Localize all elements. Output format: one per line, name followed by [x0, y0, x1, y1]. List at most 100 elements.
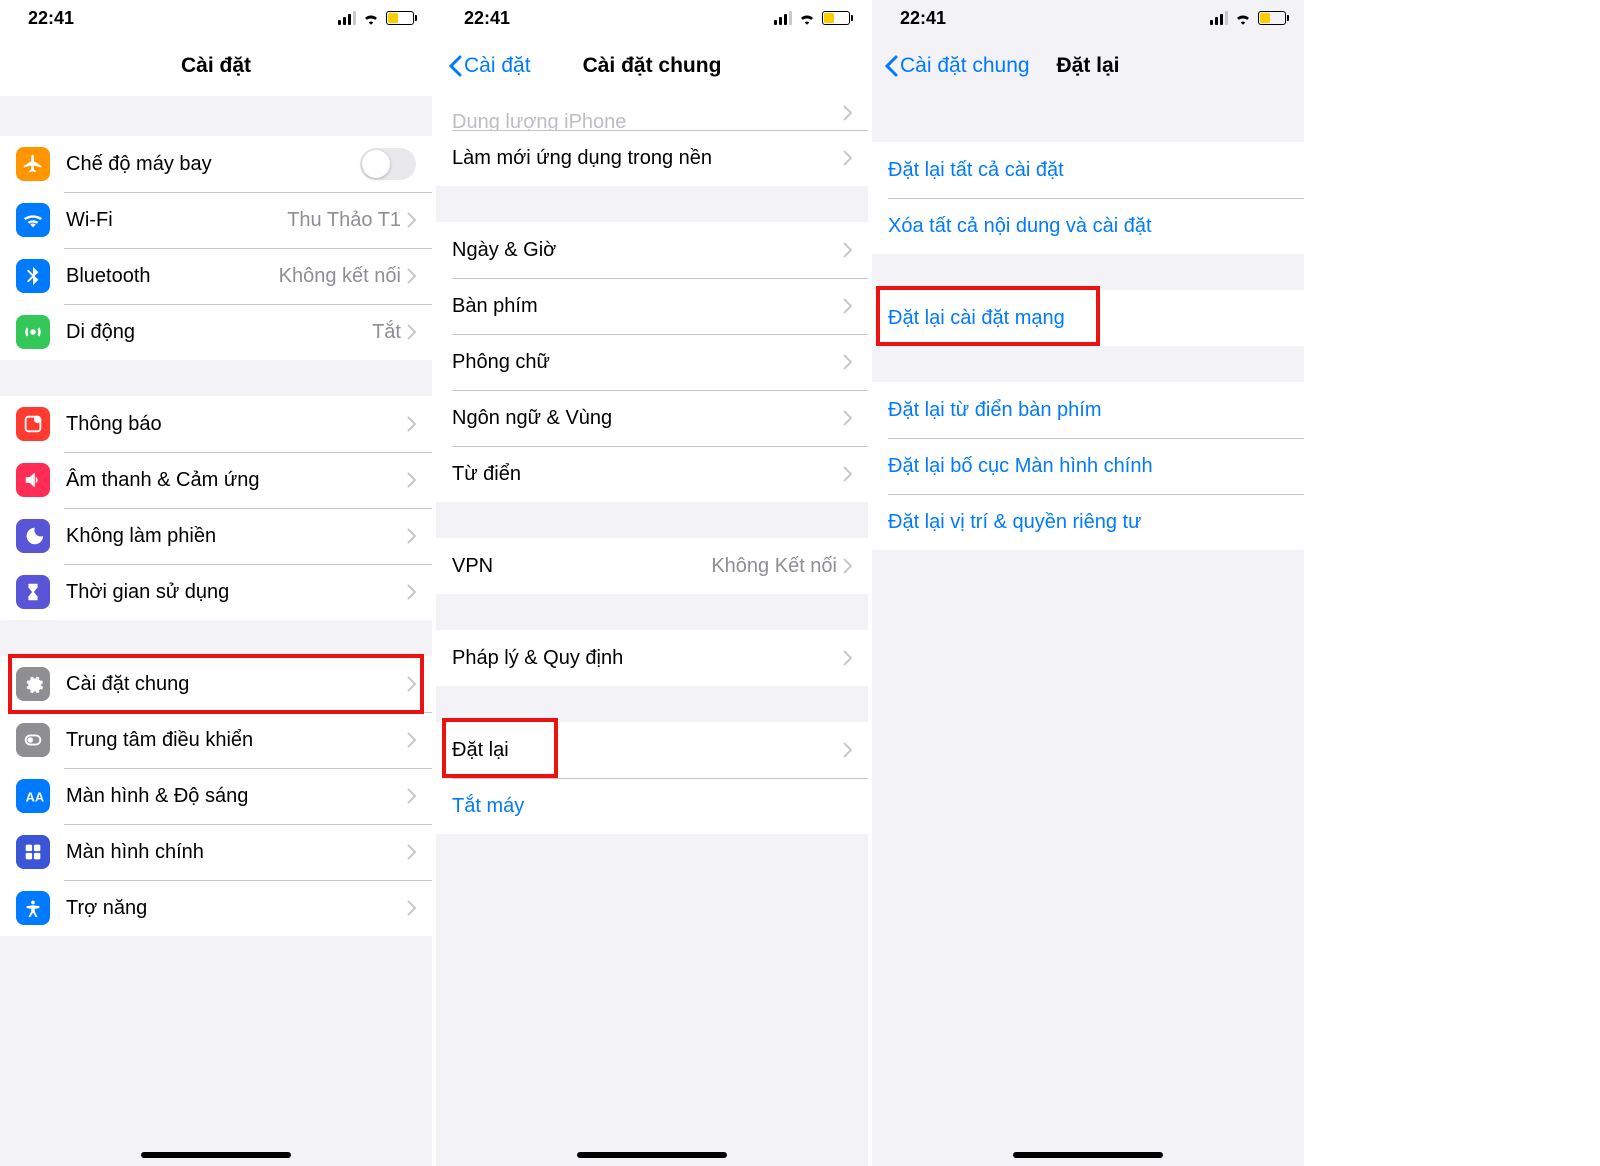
row-display[interactable]: AA Màn hình & Độ sáng: [0, 768, 432, 824]
general-group-reset: Đặt lại Tắt máy: [436, 722, 868, 834]
settings-group-general: Cài đặt chung Trung tâm điều khiển AA Mà…: [0, 656, 432, 936]
back-button[interactable]: Cài đặt chung: [884, 54, 1030, 78]
cellular-signal-icon: [1210, 11, 1228, 25]
row-legal[interactable]: Pháp lý & Quy định: [436, 630, 868, 686]
back-button[interactable]: Cài đặt: [448, 54, 531, 78]
svg-text:AA: AA: [26, 790, 44, 805]
row-screen-time[interactable]: Thời gian sử dụng: [0, 564, 432, 620]
row-label: Ngày & Giờ: [452, 239, 843, 262]
page-title: Cài đặt: [181, 54, 251, 78]
row-wifi[interactable]: Wi-Fi Thu Thảo T1: [0, 192, 432, 248]
wifi-icon: [1234, 11, 1252, 25]
row-bluetooth[interactable]: Bluetooth Không kết nối: [0, 248, 432, 304]
chevron-right-icon: [407, 528, 416, 544]
chevron-right-icon: [407, 584, 416, 600]
wifi-icon: [798, 11, 816, 25]
row-background-refresh[interactable]: Làm mới ứng dụng trong nền: [436, 130, 868, 186]
chevron-right-icon: [407, 844, 416, 860]
wifi-icon: [362, 11, 380, 25]
home-indicator[interactable]: [1013, 1152, 1163, 1158]
page-title: Cài đặt chung: [583, 54, 722, 78]
nav-header: Cài đặt: [0, 36, 432, 96]
airplane-toggle[interactable]: [360, 148, 416, 180]
settings-group-connectivity: Chế độ máy bay Wi-Fi Thu Thảo T1 Bluetoo…: [0, 136, 432, 360]
display-icon: AA: [16, 779, 50, 813]
chevron-right-icon: [843, 242, 852, 258]
row-label: Bluetooth: [66, 265, 279, 288]
row-label: Di động: [66, 321, 372, 344]
row-shutdown[interactable]: Tắt máy: [436, 778, 868, 834]
row-reset-location-privacy[interactable]: Đặt lại vị trí & quyền riêng tư: [872, 494, 1304, 550]
row-label: Từ điển: [452, 463, 843, 486]
status-bar: 22:41: [0, 0, 432, 36]
row-date-time[interactable]: Ngày & Giờ: [436, 222, 868, 278]
chevron-right-icon: [407, 900, 416, 916]
row-iphone-storage[interactable]: Dung lượng iPhone: [436, 96, 868, 130]
chevron-right-icon: [843, 650, 852, 666]
row-general[interactable]: Cài đặt chung: [0, 656, 432, 712]
row-vpn[interactable]: VPN Không Kết nối: [436, 538, 868, 594]
row-label: Đặt lại: [452, 739, 843, 762]
row-label: Bàn phím: [452, 295, 843, 318]
settings-group-notifications: Thông báo Âm thanh & Cảm ứng Không làm p…: [0, 396, 432, 620]
back-label: Cài đặt chung: [900, 54, 1030, 78]
row-label: Wi-Fi: [66, 209, 287, 232]
row-label: Đặt lại tất cả cài đặt: [888, 159, 1288, 182]
row-accessibility[interactable]: Trợ năng: [0, 880, 432, 936]
gear-icon: [16, 667, 50, 701]
row-label: Không làm phiền: [66, 525, 407, 548]
wifi-settings-icon: [16, 203, 50, 237]
row-do-not-disturb[interactable]: Không làm phiền: [0, 508, 432, 564]
general-group-vpn: VPN Không Kết nối: [436, 538, 868, 594]
accessibility-icon: [16, 891, 50, 925]
row-label: Dung lượng iPhone: [452, 104, 843, 122]
chevron-right-icon: [407, 212, 416, 228]
row-sounds[interactable]: Âm thanh & Cảm ứng: [0, 452, 432, 508]
status-time: 22:41: [900, 8, 946, 29]
row-control-center[interactable]: Trung tâm điều khiển: [0, 712, 432, 768]
chevron-right-icon: [843, 742, 852, 758]
chevron-right-icon: [843, 466, 852, 482]
general-group-top: Dung lượng iPhone Làm mới ứng dụng trong…: [436, 96, 868, 186]
home-screen-icon: [16, 835, 50, 869]
chevron-right-icon: [407, 472, 416, 488]
chevron-right-icon: [843, 150, 852, 166]
row-label: Pháp lý & Quy định: [452, 647, 843, 670]
hourglass-icon: [16, 575, 50, 609]
bluetooth-icon: [16, 259, 50, 293]
row-reset[interactable]: Đặt lại: [436, 722, 868, 778]
row-label: Màn hình chính: [66, 841, 407, 864]
battery-icon: [822, 11, 850, 25]
row-reset-home-layout[interactable]: Đặt lại bố cục Màn hình chính: [872, 438, 1304, 494]
chevron-right-icon: [843, 410, 852, 426]
row-label: Tắt máy: [452, 795, 852, 818]
row-keyboard[interactable]: Bàn phím: [436, 278, 868, 334]
row-reset-keyboard-dict[interactable]: Đặt lại từ điển bàn phím: [872, 382, 1304, 438]
row-airplane-mode[interactable]: Chế độ máy bay: [0, 136, 432, 192]
chevron-right-icon: [407, 268, 416, 284]
row-language-region[interactable]: Ngôn ngữ & Vùng: [436, 390, 868, 446]
reset-group-1: Đặt lại tất cả cài đặt Xóa tất cả nội du…: [872, 142, 1304, 254]
screen-general: 22:41 Cài đặt Cài đặt chung Dung lượng i…: [436, 0, 868, 1166]
page-title: Đặt lại: [1056, 54, 1119, 78]
cellular-signal-icon: [774, 11, 792, 25]
row-label: Đặt lại từ điển bàn phím: [888, 399, 1288, 422]
row-value: Tắt: [372, 321, 401, 344]
row-label: Thông báo: [66, 413, 407, 436]
row-label: Đặt lại vị trí & quyền riêng tư: [888, 511, 1288, 534]
row-cellular[interactable]: Di động Tắt: [0, 304, 432, 360]
status-bar: 22:41: [872, 0, 1304, 36]
row-reset-all-settings[interactable]: Đặt lại tất cả cài đặt: [872, 142, 1304, 198]
row-dictionary[interactable]: Từ điển: [436, 446, 868, 502]
home-indicator[interactable]: [141, 1152, 291, 1158]
row-value: Thu Thảo T1: [287, 209, 401, 232]
row-reset-network[interactable]: Đặt lại cài đặt mạng: [872, 290, 1304, 346]
row-fonts[interactable]: Phông chữ: [436, 334, 868, 390]
row-label: Làm mới ứng dụng trong nền: [452, 147, 843, 170]
row-erase-all[interactable]: Xóa tất cả nội dung và cài đặt: [872, 198, 1304, 254]
nav-header: Cài đặt chung Đặt lại: [872, 36, 1304, 96]
row-home-screen[interactable]: Màn hình chính: [0, 824, 432, 880]
home-indicator[interactable]: [577, 1152, 727, 1158]
row-notifications[interactable]: Thông báo: [0, 396, 432, 452]
status-time: 22:41: [464, 8, 510, 29]
